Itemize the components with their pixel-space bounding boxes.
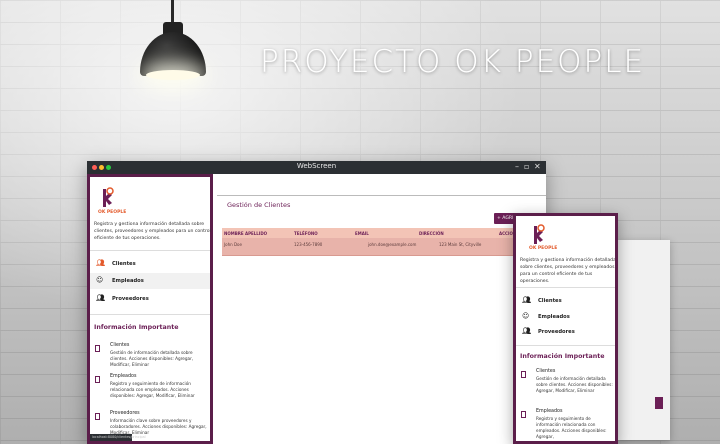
close-icon[interactable]: ✕ [534, 162, 541, 171]
content-header [217, 174, 546, 196]
mobile-intro: Registra y gestiona información detallad… [520, 258, 616, 284]
info-title: Información Importante [94, 324, 179, 331]
bookmark-icon [95, 413, 100, 420]
sidebar-intro: Registra y gestiona información detallad… [94, 222, 211, 241]
lamp-cord [171, 0, 174, 24]
table-cell: 123-456-7890 [294, 242, 323, 247]
info-item-title: Empleados [536, 409, 563, 414]
info-item-title: Proveedores [110, 411, 140, 416]
logo-text: OK PEOPLE [529, 246, 558, 251]
info-item-title: Clientes [110, 343, 130, 348]
badge-icon: ☺ [522, 312, 530, 320]
window-title: WebScreen [296, 162, 337, 170]
column-header: EMAIL [355, 231, 369, 236]
logo-text: OK PEOPLE [98, 210, 127, 215]
page-title: Gestión de Clientes [227, 201, 291, 209]
mobile-item-clientes[interactable]: 👥︎ Clientes [516, 293, 615, 309]
hero-title: PROYECTO OK PEOPLE [260, 44, 646, 80]
window-titlebar: WebScreen – ▫ ✕ [87, 161, 546, 174]
main-content: Gestión de Clientes + AGREGAR NOMBRE APE… [217, 174, 546, 444]
divider [516, 287, 615, 288]
people-icon: 👥︎ [522, 327, 531, 335]
info-item-desc: Registro y seguimiento de información re… [110, 381, 195, 398]
table-header: NOMBRE APELLIDO TELÉFONO EMAIL DIRECCIÓN… [222, 228, 542, 238]
mobile-item-proveedores[interactable]: 👥︎ Proveedores [516, 324, 615, 340]
desktop-window: WebScreen – ▫ ✕ OK PEOPLE Registra y ges… [87, 161, 546, 444]
sidebar-item-clientes[interactable]: 👥︎ Clientes [90, 256, 210, 272]
divider [90, 250, 210, 251]
lamp-light [146, 70, 200, 80]
table-cell: john.doe@example.com [368, 242, 417, 247]
sidebar-item-empleados[interactable]: ☺ Empleados [90, 273, 210, 289]
column-header: NOMBRE APELLIDO [224, 231, 268, 236]
sidebar: OK PEOPLE Registra y gestiona informació… [87, 174, 213, 444]
panel-accent [655, 397, 663, 409]
bookmark-icon [521, 371, 526, 378]
status-url: localhost:8080/clientes/principal [90, 434, 146, 441]
ok-people-logo [103, 187, 114, 207]
users-icon: 👥︎ [96, 259, 105, 267]
sidebar-item-label: Empleados [112, 278, 144, 284]
sidebar-item-proveedores[interactable]: 👥︎ Proveedores [90, 291, 210, 307]
mobile-item-empleados[interactable]: ☺ Empleados [516, 309, 615, 325]
info-item-title: Clientes [536, 369, 556, 374]
info-item-title: Empleados [110, 374, 137, 379]
column-header: DIRECCIÓN [419, 231, 444, 236]
sidebar-item-label: Clientes [112, 261, 136, 267]
badge-icon: ☺ [96, 276, 104, 284]
table-cell: 123 Main St, Cityville [439, 242, 482, 247]
background-panel [618, 240, 670, 440]
table-cell: John Doe [224, 242, 242, 247]
mobile-item-label: Clientes [538, 298, 562, 304]
restore-icon[interactable]: ▫ [524, 162, 529, 171]
column-header: TELÉFONO [294, 231, 318, 236]
divider [90, 314, 210, 315]
mobile-item-label: Empleados [538, 314, 570, 320]
info-item-desc: Registro y seguimiento de información re… [536, 416, 607, 439]
divider [516, 345, 615, 346]
ok-people-logo [534, 224, 545, 244]
table-row[interactable]: John Doe 123-456-7890 john.doe@example.c… [222, 238, 542, 256]
people-icon: 👥︎ [96, 294, 105, 302]
info-item-desc: Gestión de información detallada sobre c… [110, 350, 194, 367]
bookmark-icon [95, 376, 100, 383]
mobile-item-label: Proveedores [538, 329, 575, 335]
sidebar-item-label: Proveedores [112, 296, 149, 302]
mobile-window: OK PEOPLE Registra y gestiona informació… [513, 213, 618, 444]
bookmark-icon [95, 345, 100, 352]
people-icon: 👥︎ [522, 296, 531, 304]
minimize-icon[interactable]: – [515, 162, 519, 171]
info-title: Información Importante [520, 353, 605, 360]
clients-table: NOMBRE APELLIDO TELÉFONO EMAIL DIRECCIÓN… [222, 228, 542, 256]
bookmark-icon [521, 411, 526, 418]
info-item-desc: Gestión de información detallada sobre c… [536, 376, 613, 393]
